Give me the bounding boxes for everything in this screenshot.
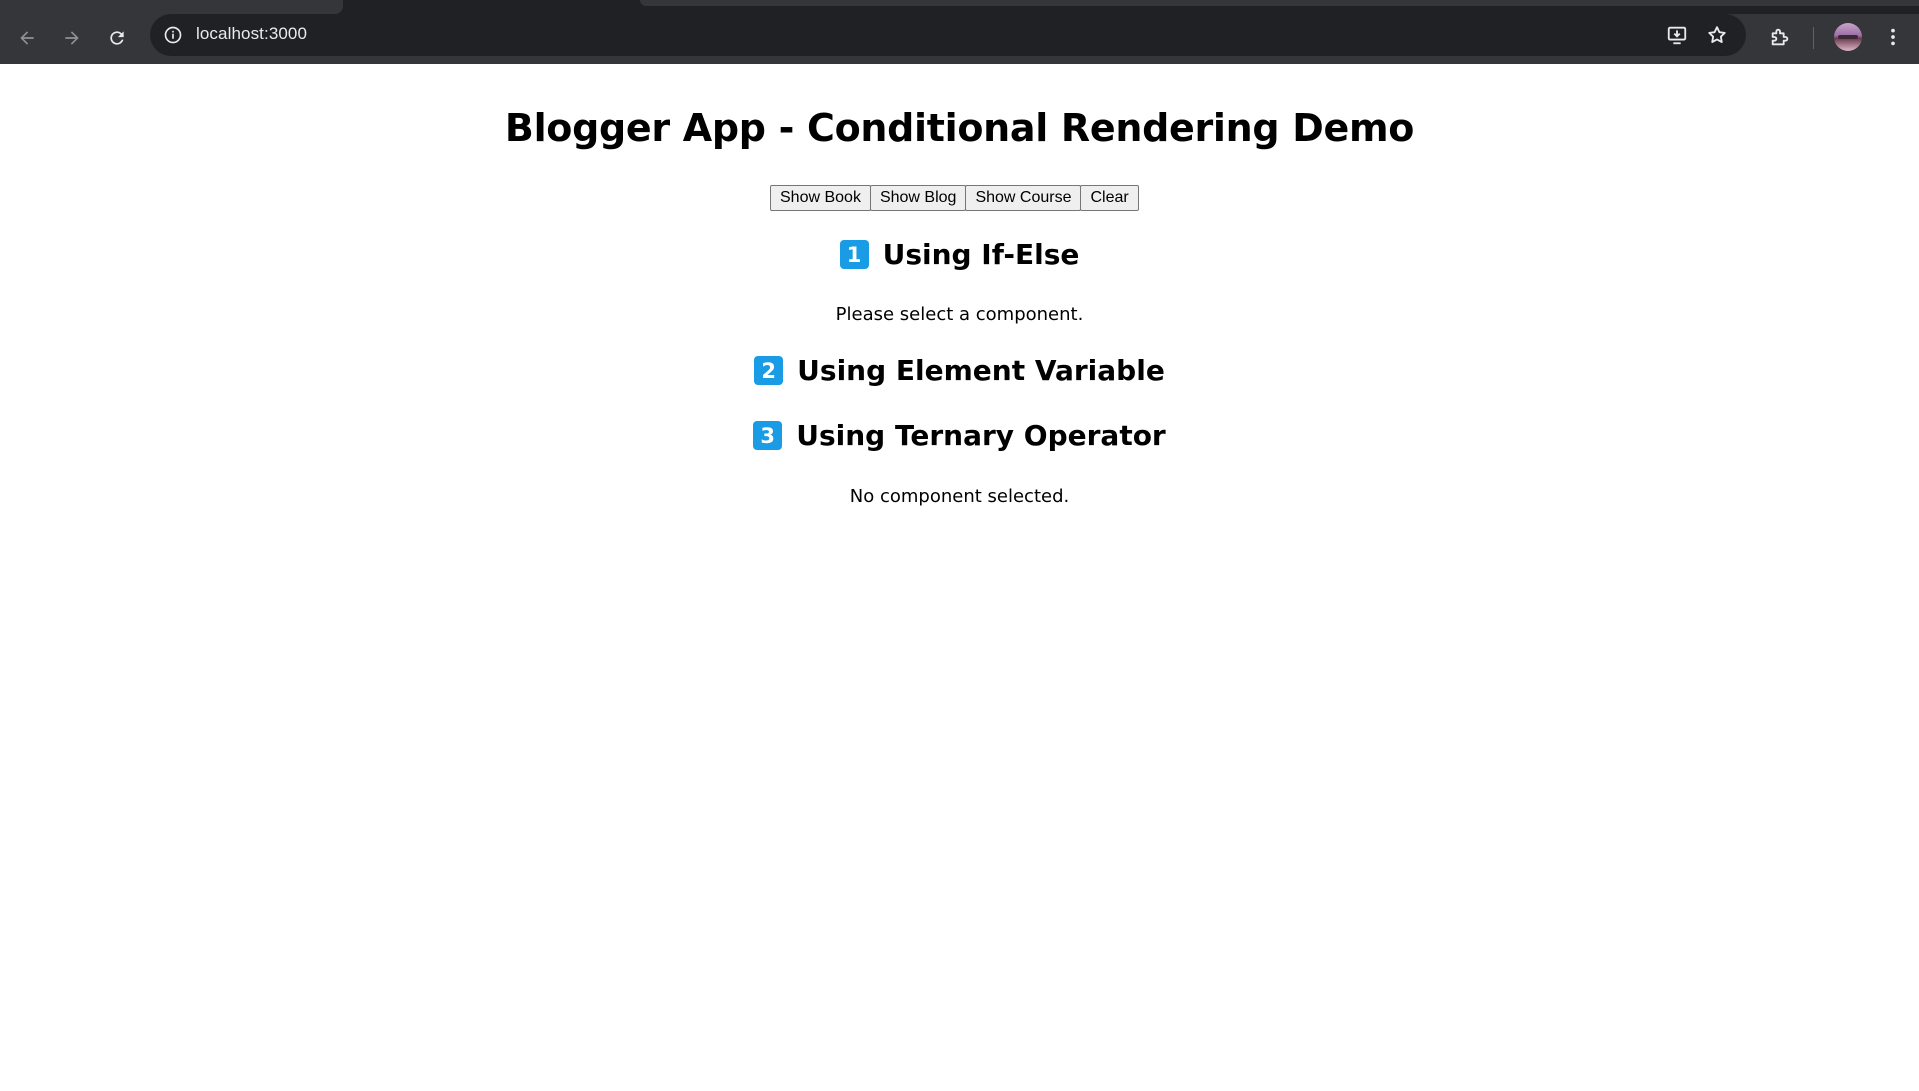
active-tab[interactable] [0, 0, 343, 14]
browser-chrome: localhost:3000 [0, 0, 1919, 64]
section-title: Using Element Variable [797, 354, 1165, 387]
clear-button[interactable]: Clear [1080, 185, 1139, 211]
show-course-button[interactable]: Show Course [965, 185, 1082, 211]
back-icon[interactable] [9, 20, 45, 56]
more-menu-icon[interactable] [1879, 23, 1907, 51]
section-heading-if-else: 1 Using If-Else [0, 238, 1919, 271]
bookmark-star-icon[interactable] [1704, 23, 1730, 47]
extensions-icon[interactable] [1766, 23, 1794, 51]
install-app-icon[interactable] [1664, 23, 1690, 47]
site-info-icon[interactable] [161, 23, 185, 47]
reload-icon[interactable] [99, 20, 135, 56]
number-badge: 2 [754, 356, 784, 385]
forward-icon[interactable] [54, 20, 90, 56]
page-content: Blogger App - Conditional Rendering Demo… [0, 64, 1919, 1091]
url-text[interactable]: localhost:3000 [196, 24, 307, 44]
section-title: Using Ternary Operator [796, 419, 1166, 452]
address-bar[interactable]: localhost:3000 [150, 14, 1746, 56]
toolbar-divider [1813, 27, 1814, 49]
browser-toolbar: localhost:3000 [0, 14, 1919, 64]
section-title: Using If-Else [882, 238, 1080, 271]
number-badge: 1 [839, 240, 869, 269]
show-book-button[interactable]: Show Book [770, 185, 871, 211]
page-title: Blogger App - Conditional Rendering Demo [504, 106, 1415, 150]
number-badge: 3 [753, 421, 783, 450]
section-heading-ternary-operator: 3 Using Ternary Operator [0, 419, 1919, 452]
tab-strip-edge [640, 0, 1919, 6]
button-row: Show Book Show Blog Show Course Clear [770, 185, 1139, 211]
section-heading-element-variable: 2 Using Element Variable [0, 354, 1919, 387]
show-blog-button[interactable]: Show Blog [869, 185, 967, 211]
if-else-message: Please select a component. [835, 304, 1084, 325]
profile-avatar[interactable] [1834, 23, 1862, 51]
ternary-message: No component selected. [849, 486, 1070, 507]
tab-strip [0, 0, 1919, 14]
